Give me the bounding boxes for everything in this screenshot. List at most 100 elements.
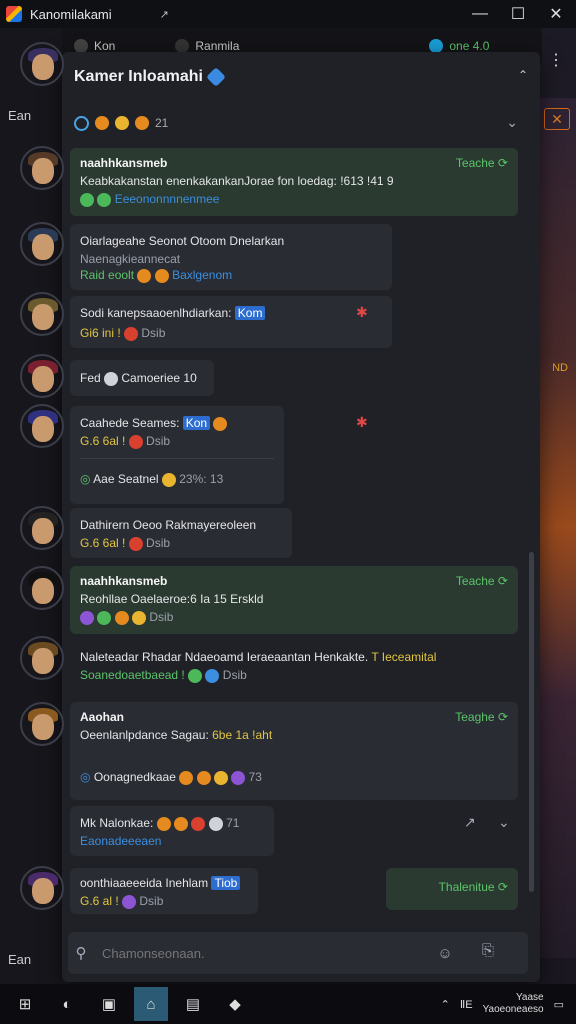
close-button[interactable]: ✕: [538, 0, 574, 28]
message-text: Reohllae Oaelaeroe:6 Ia 15 Erskld: [80, 592, 264, 606]
message-meta: Eeeononnnnenmee: [80, 192, 219, 207]
message-input[interactable]: [102, 945, 432, 961]
taskbar-app-icon[interactable]: ◐: [50, 987, 84, 1021]
background-artwork: [538, 98, 576, 958]
clock[interactable]: Yaase Yaoeoneaeso: [483, 992, 544, 1016]
close-icon[interactable]: ✕: [544, 108, 570, 130]
message-text: Oiarlageahe Seonot Otoom Dnelarkan: [80, 234, 285, 248]
avatar[interactable]: [20, 146, 64, 190]
taskbar: ⊞ ◐ ▣ ⌂ ▤ ◆ ⌃ ⅡE Yaase Yaoeoneaeso ▭: [0, 984, 576, 1024]
message-meta: Gi6 ini ! Dsib: [80, 326, 166, 341]
reaction-icon[interactable]: ✱: [356, 414, 368, 431]
message-author: naahhkansmeb: [80, 574, 168, 588]
avatar[interactable]: [20, 42, 64, 86]
message-bubble[interactable]: Aaohan Oeenlanlpdance Sagau: 6be 1a !aht…: [70, 702, 518, 800]
avatar[interactable]: [20, 222, 64, 266]
minimize-button[interactable]: —: [462, 0, 498, 28]
message-text: Sodi kanepsaaoenlhdiarkan: Kom: [80, 306, 266, 320]
message-bubble[interactable]: naahhkansmeb Reohllae Oaelaeroe:6 Ia 15 …: [70, 566, 518, 634]
scrollbar[interactable]: [529, 552, 534, 892]
avatar[interactable]: [20, 702, 64, 746]
message-text: Oeenlanlpdance Sagau: 6be 1a !aht: [80, 728, 273, 742]
window-title: Kanomilakami: [30, 6, 112, 22]
emoji-icon[interactable]: ☺: [432, 940, 458, 966]
message-text[interactable]: Naleteadar Rhadar Ndaeoamd Ieraeaantan H…: [80, 650, 436, 664]
reply-button[interactable]: Thalenitue ⟳: [386, 868, 518, 910]
reaction-count: 21: [155, 116, 169, 130]
avatar[interactable]: [20, 866, 64, 910]
collapse-icon[interactable]: ⌃: [518, 68, 528, 82]
message-sub: ◎ Oonagnedkaae 73: [80, 770, 262, 785]
avatar[interactable]: [20, 636, 64, 680]
background-tab[interactable]: one 4.0: [429, 39, 489, 53]
message-bubble[interactable]: oonthiaaeeeida Inehlam Tiob G.6 al ! Dsi…: [70, 868, 258, 914]
background-tab[interactable]: Ranmila: [175, 39, 239, 53]
avatar[interactable]: [20, 566, 64, 610]
message-meta: G.6 6al ! Dsib: [80, 434, 171, 449]
reaction-summary-bar[interactable]: 21: [74, 108, 524, 138]
status-ring-icon: [74, 115, 89, 131]
background-sidebar-item[interactable]: Ean: [8, 108, 54, 123]
taskbar-app-icon[interactable]: ⌂: [134, 987, 168, 1021]
verified-icon: [206, 67, 226, 87]
avatar[interactable]: [20, 404, 64, 448]
reply-button[interactable]: Teache ⟳: [456, 156, 508, 170]
search-icon: ⚲: [75, 945, 87, 962]
avatar[interactable]: [20, 506, 64, 550]
background-tab[interactable]: Kon: [74, 39, 115, 53]
chevron-up-icon[interactable]: ⌃: [441, 998, 450, 1011]
share-icon[interactable]: ↗: [464, 814, 476, 831]
avatar[interactable]: [20, 292, 64, 336]
message-bubble[interactable]: Mk Nalonkae: 71 Eaonadeeeaen: [70, 806, 274, 856]
panel-title: Kamer Inloamahi: [74, 68, 203, 85]
message-meta: Dsib: [80, 610, 173, 625]
message-text: Dathirern Oeoo Rakmayereoleen: [80, 518, 257, 532]
tray-label[interactable]: ⅡE: [460, 998, 473, 1011]
chevron-down-icon[interactable]: ⌄: [498, 814, 510, 831]
message-bubble[interactable]: naahhkansmeb Keabkakanstan enenkakankanJ…: [70, 148, 518, 216]
divider: [80, 458, 274, 459]
message-text: Caahede Seames: Kon: [80, 416, 228, 431]
menu-icon[interactable]: ⋮: [548, 50, 564, 70]
message-author: Aaohan: [80, 710, 125, 724]
chat-panel: Kamer Inloamahi ⌃ 21 ⌄ naahhkansmeb Keab…: [62, 52, 540, 982]
app-logo-icon: [6, 6, 22, 22]
panel-header: Kamer Inloamahi ⌃: [62, 52, 540, 102]
emoji-icon: [95, 116, 109, 130]
maximize-button[interactable]: ☐: [500, 0, 536, 28]
background-label: ND: [552, 362, 568, 374]
message-text: Fed Camoeriee 10: [80, 371, 197, 386]
system-tray: ⌃ ⅡE Yaase Yaoeoneaeso ▭: [441, 984, 564, 1024]
message-bubble[interactable]: Caahede Seames: Kon G.6 6al ! Dsib ◎ Aae…: [70, 406, 284, 504]
message-composer: ⚲ ☺: [68, 932, 528, 974]
message-sub: Raid eoolt Baxlgenom: [80, 268, 233, 283]
emoji-icon: [135, 116, 149, 130]
message-meta: Soanedoaetbaead ! Dsib: [80, 668, 247, 683]
chevron-down-icon[interactable]: ⌄: [506, 114, 518, 131]
message-text: oonthiaaeeeida Inehlam Tiob: [80, 876, 241, 890]
taskbar-app-icon[interactable]: ◆: [218, 987, 252, 1021]
reaction-icon[interactable]: ✱: [356, 304, 368, 321]
taskbar-app-icon[interactable]: ▣: [92, 987, 126, 1021]
attach-icon[interactable]: ⎘: [482, 942, 494, 959]
start-button[interactable]: ⊞: [8, 987, 42, 1021]
window-titlebar: Kanomilakami ↗ — ☐ ✕: [0, 0, 576, 28]
message-bubble[interactable]: Fed Camoeriee 10: [70, 360, 214, 396]
background-sidebar-item[interactable]: Ean: [8, 952, 54, 967]
message-sub: ◎ Aae Seatnel 23%: 13: [80, 472, 224, 487]
message-bubble[interactable]: Oiarlageahe Seonot Otoom Dnelarkan Naena…: [70, 224, 392, 290]
message-bubble[interactable]: Sodi kanepsaaoenlhdiarkan: Kom Gi6 ini !…: [70, 296, 392, 348]
notifications-icon[interactable]: ▭: [554, 998, 564, 1011]
message-text: Mk Nalonkae: 71: [80, 816, 240, 831]
avatar[interactable]: [20, 354, 64, 398]
reply-button[interactable]: Teache ⟳: [456, 574, 508, 588]
message-meta: Eaonadeeeaen: [80, 834, 162, 848]
pin-icon[interactable]: ↗: [160, 8, 169, 21]
message-bubble[interactable]: Dathirern Oeoo Rakmayereoleen G.6 6al ! …: [70, 508, 292, 558]
message-meta: G.6 6al ! Dsib: [80, 536, 171, 551]
message-text: Keabkakanstan enenkakankanJorae fon loed…: [80, 174, 394, 188]
reply-button[interactable]: Teaghe ⟳: [455, 710, 508, 724]
message-author: naahhkansmeb: [80, 156, 168, 170]
message-meta: G.6 al ! Dsib: [80, 894, 164, 909]
taskbar-app-icon[interactable]: ▤: [176, 987, 210, 1021]
